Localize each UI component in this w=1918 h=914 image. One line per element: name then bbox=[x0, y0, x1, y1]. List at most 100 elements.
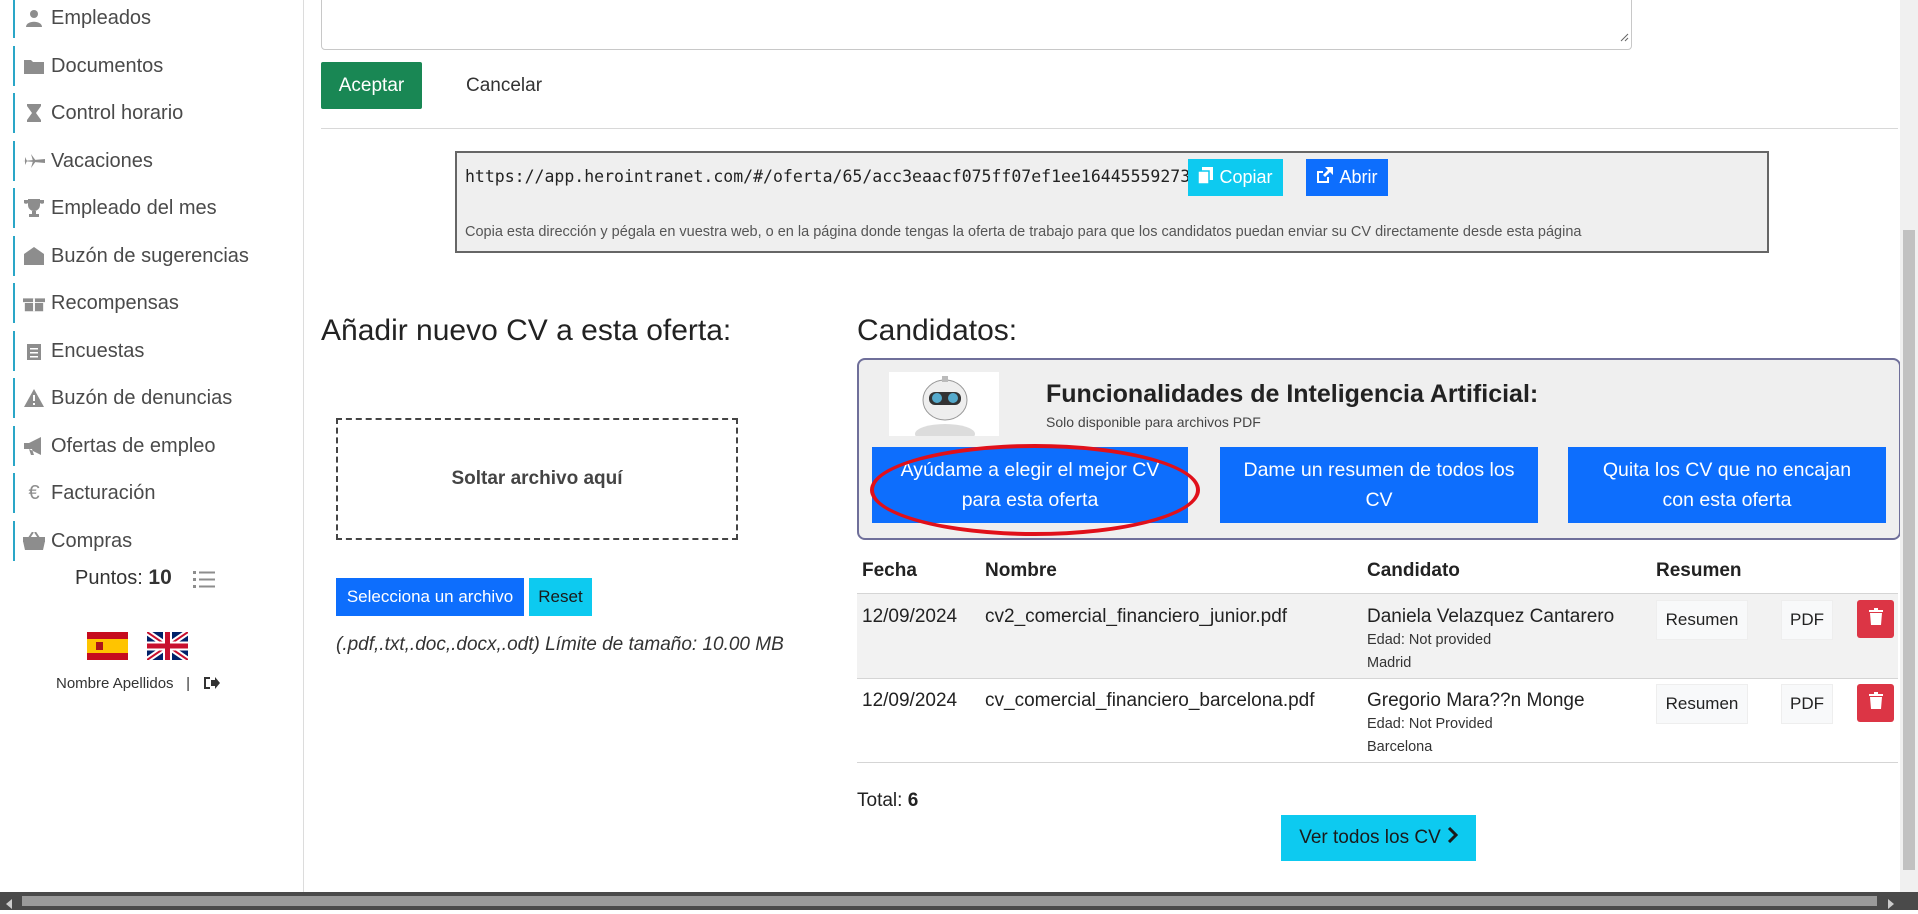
vertical-scrollbar-thumb[interactable] bbox=[1903, 230, 1915, 870]
username-text: Nombre Apellidos bbox=[56, 675, 174, 692]
select-file-button[interactable]: Selecciona un archivo bbox=[336, 578, 524, 616]
add-cv-heading: Añadir nuevo CV a esta oferta: bbox=[321, 314, 732, 347]
total-count: Total: 6 bbox=[857, 790, 918, 812]
clipboard-icon bbox=[23, 342, 45, 360]
ai-filter-button[interactable]: Quita los CV que no encajan con esta ofer… bbox=[1568, 447, 1886, 523]
robot-image bbox=[889, 372, 999, 444]
resize-grip-icon[interactable] bbox=[1619, 29, 1629, 47]
row-nombre: cv_comercial_financiero_barcelona.pdf bbox=[985, 690, 1315, 711]
pdf-button[interactable]: PDF bbox=[1781, 600, 1833, 640]
column-candidato: Candidato bbox=[1367, 560, 1460, 581]
sidebar-item-label: Buzón de denuncias bbox=[51, 386, 233, 409]
logout-icon[interactable] bbox=[204, 676, 220, 695]
sidebar-item-label: Documentos bbox=[51, 54, 164, 77]
separator: | bbox=[186, 675, 190, 692]
sidebar-item-empleados[interactable]: Empleados bbox=[13, 0, 300, 38]
share-url-text: https://app.herointranet.com/#/oferta/65… bbox=[465, 167, 1191, 186]
sidebar-item-vacaciones[interactable]: Vacaciones bbox=[13, 141, 300, 181]
sidebar-item-recompensas[interactable]: Recompensas bbox=[13, 283, 300, 323]
total-value: 6 bbox=[907, 790, 919, 811]
row-ciudad: Barcelona bbox=[1367, 739, 1433, 755]
ai-filter-line-2: con esta oferta bbox=[1662, 489, 1792, 511]
basket-icon bbox=[23, 532, 45, 550]
sidebar-item-label: Compras bbox=[51, 529, 133, 552]
open-button[interactable]: Abrir bbox=[1306, 159, 1388, 196]
sidebar-item-buzon-sugerencias[interactable]: Buzón de sugerencias bbox=[13, 236, 300, 276]
resumen-button[interactable]: Resumen bbox=[1656, 600, 1748, 640]
sidebar-item-label: Buzón de sugerencias bbox=[51, 244, 249, 267]
ai-best-cv-line-1: Ayúdame a elegir el mejor CV bbox=[900, 459, 1160, 481]
uk-flag-icon[interactable] bbox=[145, 629, 190, 663]
spain-flag-icon[interactable] bbox=[87, 632, 128, 660]
sidebar-item-facturacion[interactable]: € Facturación bbox=[13, 473, 300, 513]
folder-icon bbox=[23, 58, 45, 74]
cancel-button[interactable]: Cancelar bbox=[466, 62, 542, 109]
copy-icon bbox=[1197, 166, 1214, 189]
column-nombre: Nombre bbox=[985, 560, 1057, 581]
row-fecha: 12/09/2024 bbox=[862, 690, 958, 711]
user-icon bbox=[23, 9, 45, 27]
column-fecha: Fecha bbox=[862, 560, 917, 581]
user-name-label: Nombre Apellidos | bbox=[56, 675, 190, 692]
row-candidato: Daniela Velazquez Cantarero bbox=[1367, 606, 1615, 627]
ai-best-cv-line-2: para esta oferta bbox=[961, 489, 1099, 511]
view-all-cv-button[interactable]: Ver todos los CV bbox=[1281, 815, 1476, 861]
vertical-scrollbar[interactable] bbox=[1900, 0, 1918, 892]
sidebar-item-control-horario[interactable]: Control horario bbox=[13, 93, 300, 133]
table-row: 12/09/2024 cv2_comercial_financiero_juni… bbox=[857, 593, 1898, 679]
ai-summary-line-1: Dame un resumen de todos los bbox=[1243, 459, 1515, 481]
resumen-button[interactable]: Resumen bbox=[1656, 684, 1748, 724]
warning-icon bbox=[23, 389, 45, 407]
ai-summary-button[interactable]: Dame un resumen de todos los CV bbox=[1220, 447, 1538, 523]
horizontal-scrollbar-thumb[interactable] bbox=[22, 896, 1877, 906]
horizontal-scrollbar[interactable] bbox=[0, 892, 1918, 910]
points-display: Puntos: 10 bbox=[75, 566, 172, 590]
copy-button[interactable]: Copiar bbox=[1188, 159, 1283, 196]
row-edad: Edad: Not provided bbox=[1367, 632, 1492, 648]
sidebar-item-label: Encuestas bbox=[51, 339, 145, 362]
sidebar: Empleados Documentos Control horario Vac… bbox=[0, 0, 304, 892]
envelope-open-icon bbox=[23, 247, 45, 265]
ai-filter-line-1: Quita los CV que no encajan bbox=[1602, 459, 1852, 481]
row-ciudad: Madrid bbox=[1367, 655, 1412, 671]
reset-button[interactable]: Reset bbox=[529, 578, 592, 616]
delete-button[interactable] bbox=[1857, 684, 1894, 722]
accept-button[interactable]: Aceptar bbox=[321, 62, 422, 109]
row-edad: Edad: Not Provided bbox=[1367, 716, 1493, 732]
sidebar-item-buzon-denuncias[interactable]: Buzón de denuncias bbox=[13, 378, 300, 418]
candidates-heading: Candidatos: bbox=[857, 314, 1018, 347]
sidebar-item-label: Vacaciones bbox=[51, 149, 153, 172]
hourglass-icon bbox=[23, 104, 45, 122]
pdf-button[interactable]: PDF bbox=[1781, 684, 1833, 724]
ai-best-cv-button[interactable]: Ayúdame a elegir el mejor CV para esta of… bbox=[872, 447, 1188, 523]
sidebar-item-label: Empleados bbox=[51, 6, 152, 29]
trash-icon bbox=[1868, 608, 1883, 630]
ai-features-panel: Funcionalidades de Inteligencia Artifici… bbox=[857, 358, 1901, 540]
open-label: Abrir bbox=[1339, 167, 1378, 187]
sidebar-item-compras[interactable]: Compras bbox=[13, 521, 300, 561]
row-nombre: cv2_comercial_financiero_junior.pdf bbox=[985, 606, 1288, 627]
delete-button[interactable] bbox=[1857, 600, 1894, 638]
sidebar-item-documentos[interactable]: Documentos bbox=[13, 46, 300, 86]
megaphone-icon bbox=[23, 437, 45, 455]
list-icon[interactable] bbox=[193, 570, 215, 593]
sidebar-item-empleado-del-mes[interactable]: Empleado del mes bbox=[13, 188, 300, 228]
divider bbox=[321, 128, 1898, 129]
gift-icon bbox=[23, 294, 45, 312]
points-value: 10 bbox=[148, 566, 172, 589]
ai-subtitle: Solo disponible para archivos PDF bbox=[1046, 414, 1261, 430]
share-help-text: Copia esta dirección y pégala en vuestra… bbox=[465, 224, 1582, 240]
scroll-left-arrow-icon[interactable] bbox=[5, 896, 13, 914]
sidebar-item-label: Ofertas de empleo bbox=[51, 434, 216, 457]
copy-label: Copiar bbox=[1219, 167, 1273, 187]
sidebar-item-ofertas-empleo[interactable]: Ofertas de empleo bbox=[13, 426, 300, 466]
sidebar-item-encuestas[interactable]: Encuestas bbox=[13, 331, 300, 371]
points-label: Puntos: bbox=[75, 567, 143, 589]
scroll-right-arrow-icon[interactable] bbox=[1887, 896, 1895, 914]
chevron-right-icon bbox=[1447, 826, 1458, 849]
description-textarea[interactable] bbox=[321, 0, 1632, 50]
sidebar-item-label: Facturación bbox=[51, 481, 156, 504]
view-all-label: Ver todos los CV bbox=[1299, 827, 1441, 848]
file-dropzone[interactable]: Soltar archivo aquí bbox=[336, 418, 738, 540]
sidebar-item-label: Empleado del mes bbox=[51, 196, 217, 219]
